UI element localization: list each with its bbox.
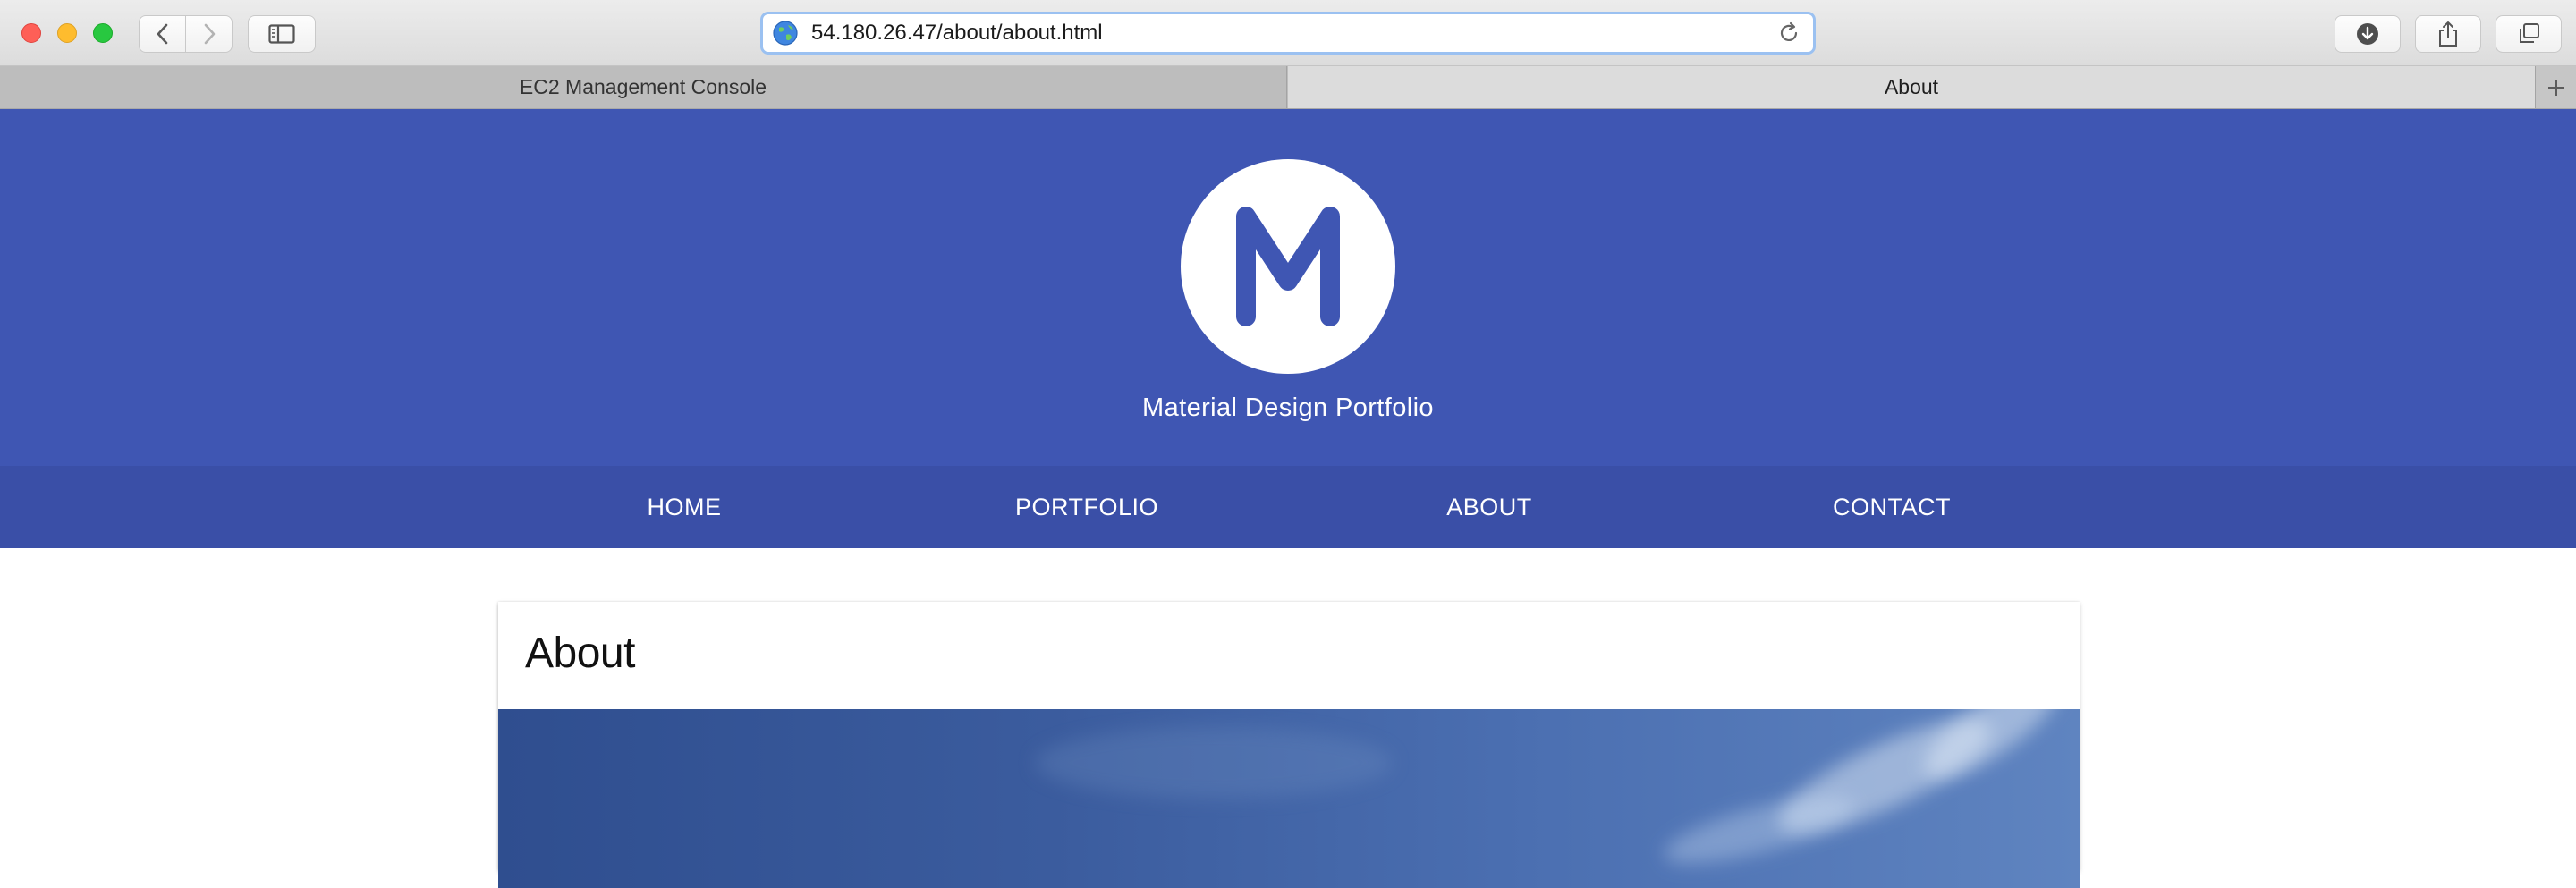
sidebar-toggle-button[interactable]: [248, 15, 316, 53]
browser-toolbar: 54.180.26.47/about/about.html: [0, 0, 2576, 66]
tab-overview-button[interactable]: [2496, 15, 2562, 53]
tab-label: About: [1884, 75, 1939, 98]
nav-contact[interactable]: CONTACT: [1713, 466, 2071, 548]
main-content: About: [0, 548, 2576, 888]
nav-about[interactable]: ABOUT: [1310, 466, 1668, 548]
nav-home[interactable]: HOME: [505, 466, 863, 548]
tab-strip: EC2 Management Console About: [0, 66, 2576, 109]
address-bar[interactable]: 54.180.26.47/about/about.html: [760, 12, 1816, 55]
tabs-icon: [2520, 23, 2539, 43]
tab-about[interactable]: About: [1288, 66, 2535, 108]
minimize-window-button[interactable]: [57, 23, 77, 43]
tab-label: EC2 Management Console: [519, 75, 767, 98]
about-card: About: [498, 602, 2080, 888]
maximize-window-button[interactable]: [93, 23, 113, 43]
close-window-button[interactable]: [21, 23, 41, 43]
plus-icon: [2547, 79, 2564, 96]
share-icon: [2439, 21, 2457, 47]
chevron-right-icon: [204, 23, 215, 45]
reload-icon[interactable]: [1775, 20, 1802, 47]
globe-icon: [773, 21, 798, 46]
download-icon: [2357, 23, 2378, 45]
url-text[interactable]: 54.180.26.47/about/about.html: [811, 21, 1775, 46]
main-nav: HOME PORTFOLIO ABOUT CONTACT: [0, 466, 2576, 548]
card-title: About: [525, 630, 635, 677]
back-button[interactable]: [139, 15, 186, 53]
chevron-left-icon: [157, 23, 167, 45]
logo-m-icon: [1236, 207, 1340, 326]
site-header: Material Design Portfolio: [0, 109, 2576, 466]
share-button[interactable]: [2415, 15, 2481, 53]
tab-ec2-console[interactable]: EC2 Management Console: [0, 66, 1287, 108]
about-sky-image: [498, 709, 2080, 888]
nav-portfolio[interactable]: PORTFOLIO: [908, 466, 1266, 548]
downloads-button[interactable]: [2334, 15, 2401, 53]
sidebar-icon: [268, 24, 295, 44]
site-title: Material Design Portfolio: [1142, 393, 1434, 422]
site-logo[interactable]: [1181, 159, 1395, 374]
new-tab-button[interactable]: [2535, 66, 2576, 108]
forward-button[interactable]: [185, 15, 233, 53]
